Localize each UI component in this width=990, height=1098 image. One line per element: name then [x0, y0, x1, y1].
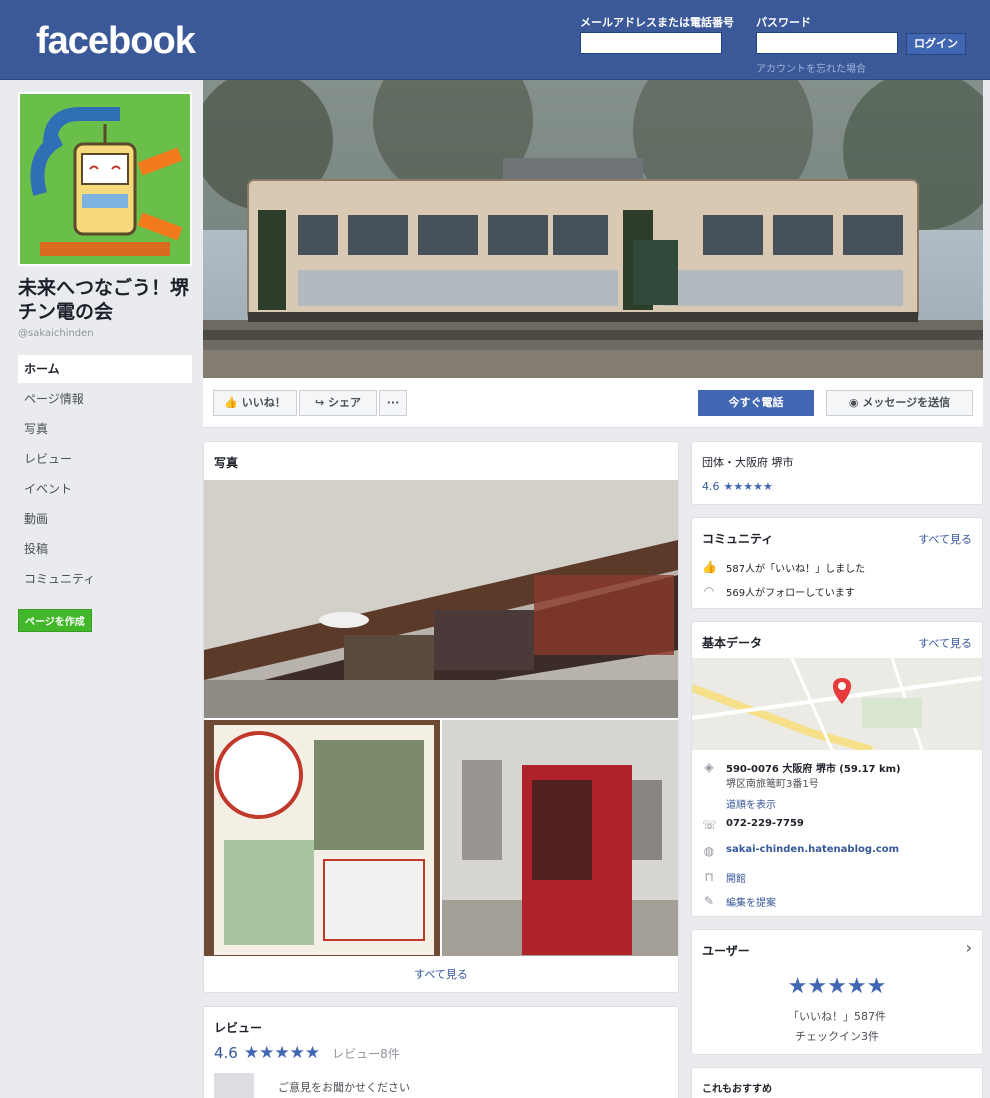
more-options-button[interactable]: ···: [379, 390, 407, 416]
location-map[interactable]: [692, 658, 982, 750]
about-rating-value: 4.6: [702, 480, 720, 493]
website-link[interactable]: sakai-chinden.hatenablog.com: [726, 844, 899, 855]
password-input[interactable]: [756, 32, 898, 54]
user-star-rating: ★★★★★: [787, 974, 887, 999]
phone-icon: ☏: [702, 818, 718, 832]
rss-icon: ◠: [703, 584, 715, 598]
recommend-title: これもおすすめ: [702, 1084, 772, 1095]
community-likes-row: 👍 587人が「いいね！」しました: [702, 560, 866, 575]
door-icon: ⊓: [704, 870, 714, 884]
nav-item-about[interactable]: ページ情報: [18, 385, 192, 413]
top-navigation-bar: facebook メールアドレスまたは電話番号 パスワード ログイン アカウント…: [0, 0, 990, 80]
facebook-logo[interactable]: facebook: [36, 20, 196, 63]
photo-event-poster[interactable]: [204, 720, 440, 956]
community-follows-row: ◠ 569人がフォローしています: [703, 584, 855, 599]
community-card: コミュニティ すべて見る 👍 587人が「いいね！」しました ◠ 569人がフォ…: [691, 517, 983, 609]
phone-number[interactable]: 072-229-7759: [726, 818, 804, 829]
community-see-all-link[interactable]: すべて見る: [918, 531, 972, 547]
cover-photo[interactable]: [203, 80, 983, 378]
suggest-edit-row: ✎ 編集を提案: [702, 894, 776, 909]
about-card: 団体・大阪府 堺市 4.6 ★★★★★: [691, 441, 983, 505]
share-arrow-icon: ↪: [314, 396, 325, 409]
website-row: ◍ sakai-chinden.hatenablog.com: [702, 844, 899, 858]
tram-interior-image: [204, 480, 678, 718]
page-handle: @sakaichinden: [18, 328, 94, 339]
directions-link[interactable]: 道順を表示: [726, 796, 901, 811]
review-rating-row: 4.6 ★★★★★ レビュー8件: [214, 1043, 400, 1063]
photos-card: 写真 すべて見る: [203, 441, 679, 993]
basic-info-see-all-link[interactable]: すべて見る: [918, 635, 972, 651]
share-button[interactable]: ↪ シェア: [299, 390, 377, 416]
users-card: ユーザー › ★★★★★ 「いいね！」587件 チェックイン3件: [691, 929, 983, 1055]
send-message-button[interactable]: ◉ メッセージを送信: [826, 390, 973, 416]
hours-row: ⊓ 開館: [702, 870, 746, 885]
event-poster-image: [204, 720, 440, 956]
map-image: [692, 658, 982, 750]
review-rating-value: 4.6: [214, 1044, 238, 1062]
email-label: メールアドレスまたは電話番号: [580, 16, 734, 29]
nav-item-community[interactable]: コミュニティ: [18, 565, 192, 593]
like-button[interactable]: 👍 いいね！: [213, 390, 297, 416]
page-navigation: ホーム ページ情報 写真 レビュー イベント 動画 投稿 コミュニティ: [18, 355, 192, 593]
email-input[interactable]: [580, 32, 722, 54]
location-icon: ◈: [704, 760, 714, 774]
users-title: ユーザー: [702, 944, 750, 958]
nav-item-videos[interactable]: 動画: [18, 505, 192, 533]
nav-item-posts[interactable]: 投稿: [18, 535, 192, 563]
hours-link[interactable]: 開館: [726, 870, 746, 885]
page-action-bar: 👍 いいね！ ↪ シェア ··· 今すぐ電話 ◉ メッセージを送信: [203, 378, 983, 428]
call-now-button[interactable]: 今すぐ電話: [698, 390, 814, 416]
forgot-account-link[interactable]: アカウントを忘れた場合: [756, 60, 866, 75]
nav-item-reviews[interactable]: レビュー: [18, 445, 192, 473]
globe-icon: ◍: [703, 844, 715, 858]
left-sidebar: 未来へつなごう！堺チン電の会 @sakaichinden ホーム ページ情報 写…: [18, 92, 192, 632]
review-prompt[interactable]: ご意見をお聞かせください: [278, 1079, 410, 1095]
address-line-2: 堺区南旅篭町3番1号: [726, 779, 819, 790]
thumbs-up-icon: 👍: [702, 560, 717, 574]
address-row: ◈ 590-0076 大阪府 堺市 (59.17 km) 堺区南旅篭町3番1号 …: [702, 760, 901, 811]
chevron-right-icon[interactable]: ›: [966, 938, 972, 957]
address-line: 590-0076 大阪府 堺市 (59.17 km): [726, 764, 901, 775]
nav-item-photos[interactable]: 写真: [18, 415, 192, 443]
basic-info-title: 基本データ: [702, 636, 763, 650]
review-count[interactable]: レビュー8件: [332, 1045, 400, 1062]
reviewer-avatar: [214, 1073, 254, 1098]
photo-tram-interior[interactable]: [204, 480, 678, 718]
page-title: 未来へつなごう！堺チン電の会: [18, 277, 190, 323]
thumbs-up-icon: 👍: [224, 396, 238, 409]
suggest-edit-link[interactable]: 編集を提案: [726, 894, 776, 909]
photos-see-all-link[interactable]: すべて見る: [204, 966, 678, 982]
star-rating-icon: ★★★★★: [243, 1043, 321, 1063]
phone-row: ☏ 072-229-7759: [702, 818, 804, 832]
star-rating-icon: ★★★★★: [723, 480, 773, 493]
pencil-icon: ✎: [703, 894, 715, 908]
password-label: パスワード: [756, 16, 811, 29]
reviews-title: レビュー: [214, 1021, 263, 1035]
exhibit-booth-image: [442, 720, 678, 956]
recommend-card: これもおすすめ: [691, 1067, 983, 1098]
login-button[interactable]: ログイン: [906, 33, 966, 55]
nav-item-home[interactable]: ホーム: [18, 355, 192, 383]
user-likes-line: 「いいね！」587件: [788, 1010, 886, 1023]
reviews-card: レビュー 4.6 ★★★★★ レビュー8件 ご意見をお聞かせください: [203, 1006, 679, 1098]
basic-info-card: 基本データ すべて見る ◈ 590-0076 大阪府 堺市 (59.17 km)…: [691, 621, 983, 917]
tram-logo-icon: [20, 94, 190, 264]
create-page-button[interactable]: ページを作成: [18, 609, 92, 632]
tram-cover-image: [203, 80, 983, 378]
messenger-icon: ◉: [848, 396, 859, 409]
photos-title: 写真: [214, 456, 239, 470]
community-title: コミュニティ: [702, 532, 774, 546]
page-category: 団体・大阪府 堺市: [702, 456, 794, 469]
user-checkins-line: チェックイン3件: [795, 1030, 879, 1043]
photo-exhibit-booth[interactable]: [442, 720, 678, 956]
profile-picture[interactable]: [18, 92, 192, 266]
nav-item-events[interactable]: イベント: [18, 475, 192, 503]
about-rating-row: 4.6 ★★★★★: [702, 480, 773, 493]
